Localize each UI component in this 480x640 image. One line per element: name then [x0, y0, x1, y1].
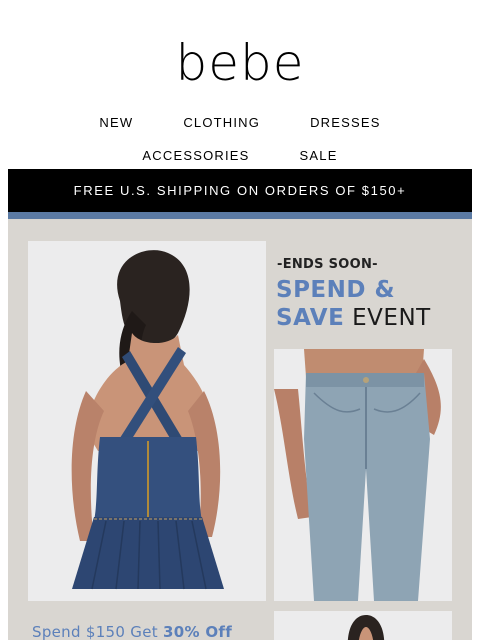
nav-link-new[interactable]: NEW: [99, 115, 133, 130]
offer-prefix: Spend $150 Get: [32, 623, 164, 640]
accent-divider: [8, 212, 472, 219]
headline-save-accent: SAVE: [276, 305, 345, 331]
brand-logo[interactable]: bebe: [0, 38, 480, 88]
headline-save-event: SAVE EVENT: [276, 305, 431, 331]
offer-percent: 30% Off: [163, 623, 233, 640]
ends-soon-kicker: -ENDS SOON-: [277, 257, 378, 272]
nav-link-dresses[interactable]: DRESSES: [310, 115, 381, 130]
logo-text: bebe: [175, 34, 305, 92]
model-thumbnail-image[interactable]: [274, 611, 452, 640]
nav-row-secondary: ACCESSORIES SALE: [0, 148, 480, 163]
nav-row-primary: NEW CLOTHING DRESSES: [0, 115, 480, 130]
hero-banner[interactable]: -ENDS SOON- SPEND & SAVE EVENT Spend $15…: [8, 219, 472, 640]
nav-link-accessories[interactable]: ACCESSORIES: [142, 148, 249, 163]
headline-spend: SPEND &: [276, 277, 396, 303]
nav-link-sale[interactable]: SALE: [300, 148, 338, 163]
jeans-model-image[interactable]: [274, 349, 452, 601]
nav-link-clothing[interactable]: CLOTHING: [183, 115, 260, 130]
spend-offer-text[interactable]: Spend $150 Get 30% Off: [32, 623, 232, 640]
shipping-promo-bar[interactable]: FREE U.S. SHIPPING ON ORDERS OF $150+: [8, 169, 472, 212]
headline-event: EVENT: [344, 305, 431, 331]
denim-dress-model-image[interactable]: [28, 241, 266, 601]
